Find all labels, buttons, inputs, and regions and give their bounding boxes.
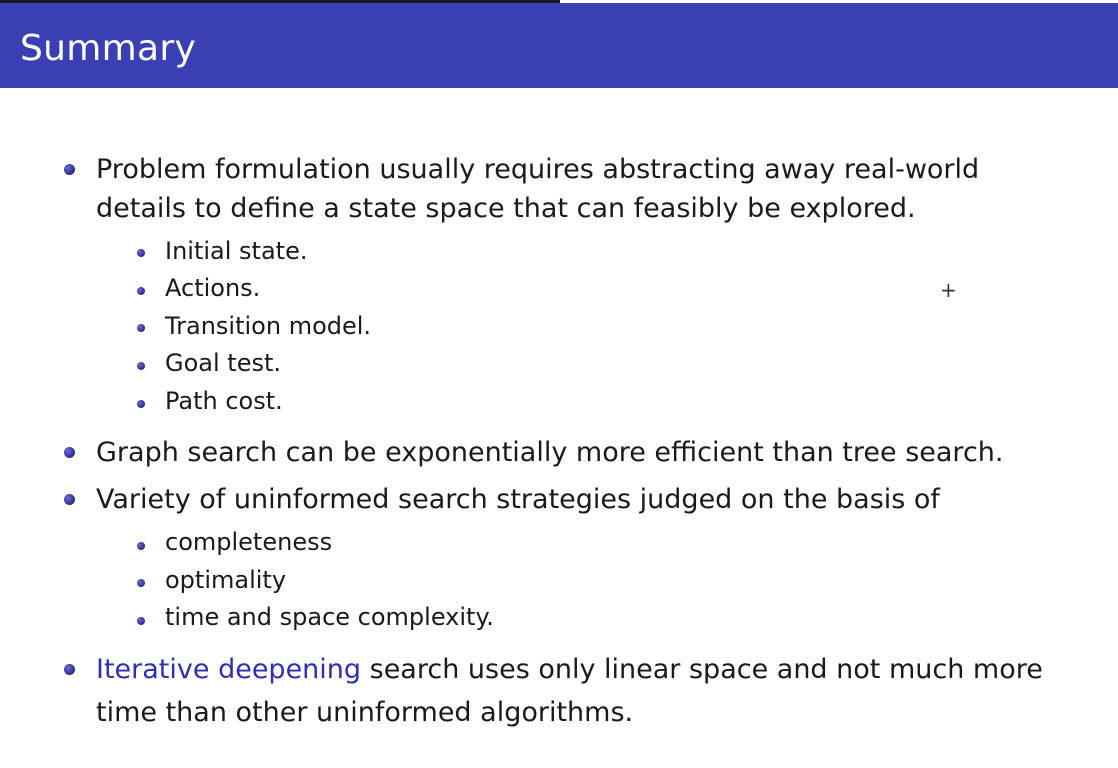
bullet-3-subitem-3: time and space complexity. [165,603,494,631]
bullet-1-subitem-1: Initial state. [165,237,308,265]
bullet-2-text: Graph search can be exponentially more e… [96,437,1004,468]
bullet-4-line-1: Iterative deepening search uses only lin… [96,650,1086,689]
subbullet-icon [137,324,145,332]
bullet-icon [64,494,75,505]
subbullet-icon [137,617,145,625]
bullet-1-subitem-5: Path cost. [165,387,283,415]
bullet-3-subitem-1: completeness [165,528,333,556]
crosshair-cursor-icon: + [940,278,957,302]
bullet-1-subitem-3: Transition model. [165,312,372,340]
bullet-4-line-1-rest: search uses only linear space and not mu… [361,654,1043,685]
slide: Summary Problem formulation usually requ… [0,0,1118,768]
bullet-3-text: Variety of uninformed search strategies … [96,484,940,515]
bullet-3-subitem-2: optimality [165,566,287,594]
bullet-1-subitem-4: Goal test. [165,349,282,377]
slide-content: Problem formulation usually requires abs… [0,0,1118,768]
bullet-4-line-2: time than other uninformed algorithms. [96,697,634,728]
subbullet-icon [137,542,145,550]
subbullet-icon [137,579,145,587]
bullet-icon [64,447,75,458]
bullet-icon [64,164,75,175]
subbullet-icon [137,362,145,370]
bullet-1-line-2: details to define a state space that can… [96,193,916,224]
subbullet-icon [137,287,145,295]
subbullet-icon [137,249,145,257]
highlighted-term: Iterative deepening [96,654,362,685]
subbullet-icon [137,400,145,408]
bullet-icon [64,664,75,675]
bullet-1-subitem-2: Actions. [165,274,261,302]
bullet-1-line-1: Problem formulation usually requires abs… [96,154,980,185]
